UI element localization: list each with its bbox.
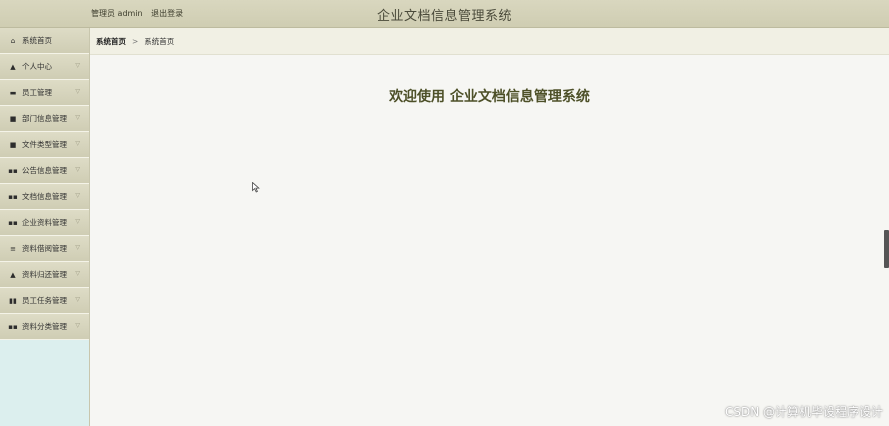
sidebar-item-4[interactable]: ■ 部门信息管理 ▽ (0, 106, 89, 132)
sidebar-item-5[interactable]: ■ 文件类型管理 ▽ (0, 132, 89, 158)
user-icon: ▲ (10, 62, 16, 71)
grid-icon: ▪▪ (8, 218, 18, 227)
sidebar-item-label: 文档信息管理 (22, 192, 67, 201)
sidebar-item-7[interactable]: ▪▪ 文档信息管理 ▽ (0, 184, 89, 210)
scrollbar-handle[interactable] (884, 230, 889, 268)
sidebar-item-label: 个人中心 (22, 62, 52, 71)
chevron-down-icon: ▽ (75, 296, 80, 303)
sidebar-item-label: 员工任务管理 (22, 296, 67, 305)
mouse-cursor-icon (252, 182, 260, 193)
sidebar-item-label: 文件类型管理 (22, 140, 67, 149)
chevron-down-icon: ▽ (75, 270, 80, 277)
briefcase-icon: ▬ (9, 88, 17, 97)
app-title: 企业文档信息管理系统 (376, 9, 512, 24)
sidebar-item-label: 资料借阅管理 (22, 244, 67, 253)
chart-icon: ▮▮ (9, 296, 17, 305)
home-icon: ⌂ (10, 36, 16, 45)
sidebar-item-12[interactable]: ▪▪ 资料分类管理 ▽ (0, 314, 89, 340)
sidebar-menu: ⌂ 系统首页 ▲ 个人中心 ▽ ▬ 员工管理 ▽ ■ 部门信息管理 ▽ ■ 文件类型管理 ▽ ▪▪ 公告信息管… (0, 28, 89, 340)
sidebar-item-9[interactable]: ≡ 资料借阅管理 ▽ (0, 236, 89, 262)
breadcrumb-separator: > (132, 36, 139, 46)
sidebar-item-label: 资料归还管理 (22, 270, 67, 279)
breadcrumb-current: 系统首页 (144, 36, 175, 46)
checkbox-icon: ■ (9, 114, 17, 123)
grid-icon: ▪▪ (8, 192, 18, 201)
sidebar-item-11[interactable]: ▮▮ 员工任务管理 ▽ (0, 288, 89, 314)
sidebar-item-10[interactable]: ▲ 资料归还管理 ▽ (0, 262, 89, 288)
chevron-down-icon: ▽ (75, 140, 80, 147)
sidebar-item-label: 部门信息管理 (22, 114, 67, 123)
sidebar-item-label: 系统首页 (22, 36, 52, 45)
welcome-heading: 欢迎使用 企业文档信息管理系统 (389, 89, 590, 105)
sidebar-item-1[interactable]: ⌂ 系统首页 (0, 28, 89, 54)
chevron-down-icon: ▽ (75, 218, 80, 225)
grid-icon: ▪▪ (8, 166, 18, 175)
grid-icon: ▪▪ (8, 322, 18, 331)
sidebar-item-label: 公告信息管理 (22, 166, 67, 175)
sidebar-item-label: 企业资料管理 (22, 218, 67, 227)
sidebar-item-3[interactable]: ▬ 员工管理 ▽ (0, 80, 89, 106)
breadcrumb-home-link[interactable]: 系统首页 (96, 36, 126, 47)
chevron-down-icon: ▽ (75, 166, 80, 173)
chevron-down-icon: ▽ (75, 62, 80, 69)
sidebar-item-2[interactable]: ▲ 个人中心 ▽ (0, 54, 89, 80)
chevron-down-icon: ▽ (75, 88, 80, 95)
chevron-down-icon: ▽ (75, 244, 80, 251)
sidebar: ⌂ 系统首页 ▲ 个人中心 ▽ ▬ 员工管理 ▽ ■ 部门信息管理 ▽ ■ 文件类型管理 ▽ ▪▪ 公告信息管… (0, 28, 90, 426)
watermark: CSDN @计算机毕设程序设计 (724, 405, 883, 419)
sidebar-item-8[interactable]: ▪▪ 企业资料管理 ▽ (0, 210, 89, 236)
chevron-down-icon: ▽ (75, 114, 80, 121)
sidebar-item-label: 资料分类管理 (22, 322, 67, 331)
sidebar-item-6[interactable]: ▪▪ 公告信息管理 ▽ (0, 158, 89, 184)
lock-icon: ■ (9, 140, 17, 149)
user-icon: ▲ (10, 270, 16, 279)
main-content: 系统首页 > 系统首页 欢迎使用 企业文档信息管理系统 (90, 28, 889, 426)
chevron-down-icon: ▽ (75, 192, 80, 199)
list-icon: ≡ (10, 244, 16, 253)
sidebar-item-label: 员工管理 (22, 88, 52, 97)
breadcrumb: 系统首页 > 系统首页 (90, 28, 889, 55)
chevron-down-icon: ▽ (75, 322, 80, 329)
top-bar: 管理员 admin 退出登录 企业文档信息管理系统 (0, 0, 889, 28)
